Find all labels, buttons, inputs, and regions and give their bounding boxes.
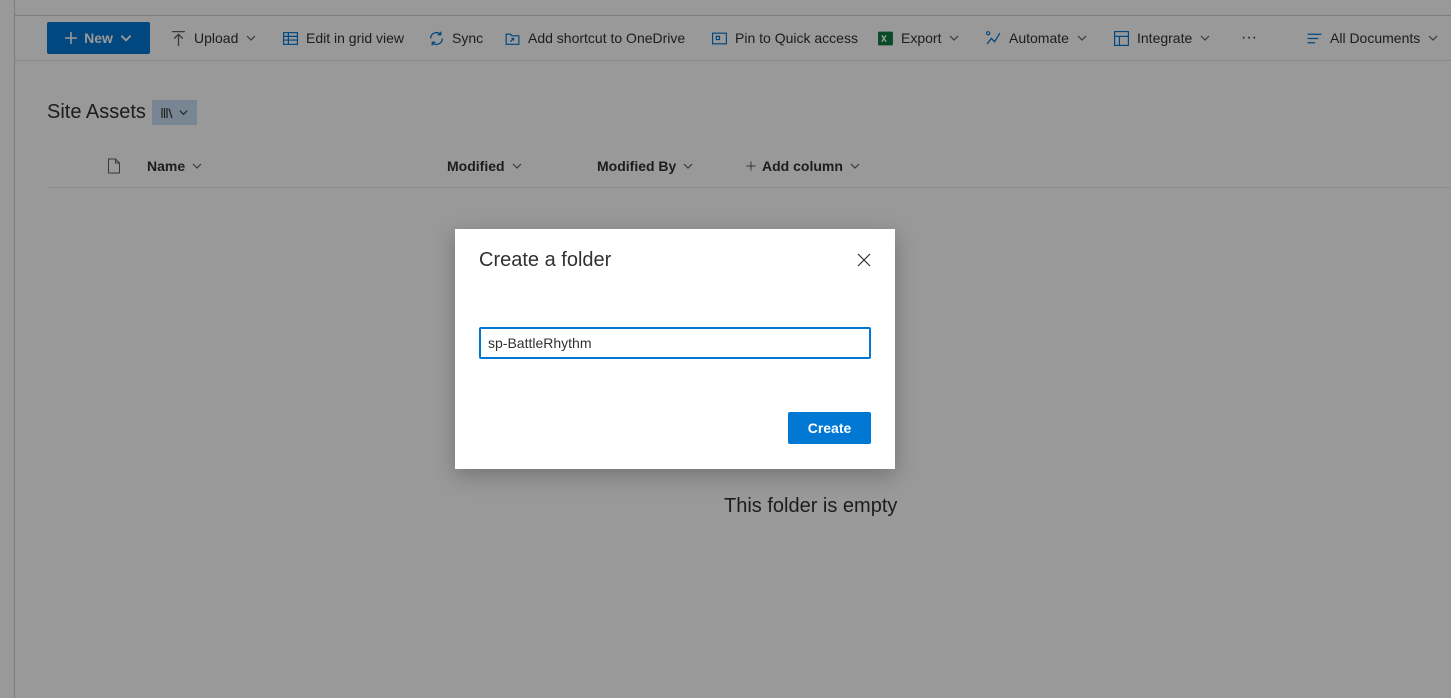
folder-name-input[interactable]	[479, 327, 871, 359]
create-button[interactable]: Create	[788, 412, 871, 444]
sharepoint-library-page: New Upload Edit in grid view Sync Add sh…	[0, 0, 1451, 698]
close-button[interactable]	[851, 247, 877, 273]
close-icon	[857, 253, 871, 267]
dialog-title: Create a folder	[479, 249, 612, 271]
create-folder-dialog: Create a folder Create	[455, 229, 895, 469]
